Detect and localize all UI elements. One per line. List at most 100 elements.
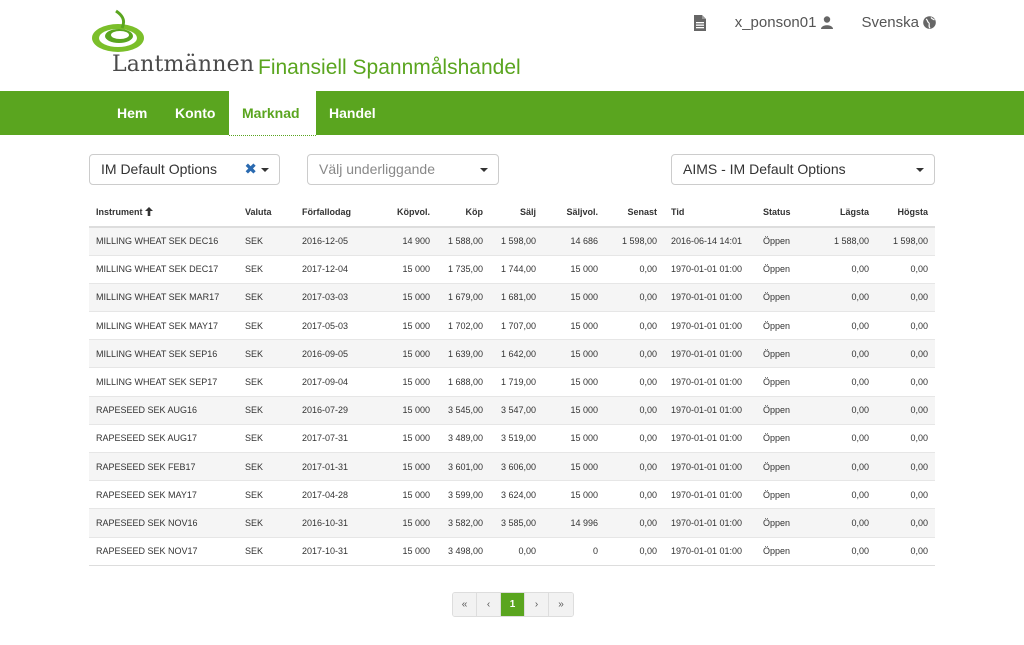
table-row[interactable]: MILLING WHEAT SEK SEP17 SEK 2017-09-04 15 0… [89,367,935,397]
cell-hogsta: 0,00 [876,508,935,538]
cell-kopvol: 15 000 [367,536,437,566]
cell-hogsta: 0,00 [876,423,935,453]
table-row[interactable]: RAPESEED SEK NOV16 SEK 2016-10-31 15 000 3 5… [89,508,935,538]
nav-handel[interactable]: Handel [316,91,389,135]
cell-status: Öppen [756,254,808,284]
cell-instrument: RAPESEED SEK NOV16 [89,508,238,538]
cell-kopvol: 15 000 [367,339,437,368]
cell-senast: 1 598,00 [605,226,664,256]
column-header-lagsta[interactable]: Lägsta [808,198,876,228]
cell-senast: 0,00 [605,254,664,284]
page-1-button[interactable]: 1 [501,593,525,616]
cell-status: Öppen [756,395,808,425]
last-page-button[interactable]: » [549,593,573,616]
cell-senast: 0,00 [605,339,664,368]
cell-instrument: RAPESEED SEK AUG17 [89,423,238,453]
cell-kopvol: 14 900 [367,226,437,256]
document-icon[interactable] [693,14,707,31]
table-row[interactable]: MILLING WHEAT SEK MAY17 SEK 2017-05-03 15 0… [89,311,935,340]
prev-page-button[interactable]: ‹ [477,593,501,616]
user-icon [821,16,834,29]
cell-status: Öppen [756,311,808,340]
cell-saljvol: 15 000 [543,395,605,425]
cell-instrument: RAPESEED SEK FEB17 [89,451,238,481]
cell-valuta: SEK [238,508,295,538]
nav-marknad[interactable]: Marknad [229,91,316,136]
clear-icon[interactable]: ✖ [244,155,257,184]
cell-instrument: RAPESEED SEK NOV17 [89,536,238,566]
column-header-status[interactable]: Status [756,198,808,228]
cell-instrument: MILLING WHEAT SEK DEC16 [89,226,238,256]
first-page-button[interactable]: « [453,593,477,616]
table-row[interactable]: RAPESEED SEK FEB17 SEK 2017-01-31 15 000 3 6… [89,451,935,481]
table-row[interactable]: RAPESEED SEK AUG16 SEK 2016-07-29 15 000 3 5… [89,395,935,425]
cell-saljvol: 14 686 [543,226,605,256]
next-page-button[interactable]: › [525,593,549,616]
cell-lagsta: 0,00 [808,451,876,481]
column-header-kopvol[interactable]: Köpvol. [367,198,437,228]
column-header-hogsta[interactable]: Högsta [876,198,935,228]
cell-saljvol: 15 000 [543,367,605,397]
cell-lagsta: 0,00 [808,480,876,509]
cell-status: Öppen [756,480,808,509]
column-header-salj[interactable]: Sälj [490,198,543,228]
table-row[interactable]: MILLING WHEAT SEK DEC16 SEK 2016-12-05 14 9… [89,226,935,256]
cell-forfallodag: 2017-12-04 [295,254,367,284]
cell-hogsta: 0,00 [876,395,935,425]
cell-salj: 1 642,00 [490,339,543,368]
cell-status: Öppen [756,282,808,312]
cell-forfallodag: 2016-10-31 [295,508,367,538]
column-header-tid[interactable]: Tid [664,198,756,228]
column-header-kop[interactable]: Köp [437,198,490,228]
column-header-forfallodag[interactable]: Förfallodag [295,198,367,228]
options-select-value: IM Default Options [101,161,217,177]
table-row[interactable]: MILLING WHEAT SEK SEP16 SEK 2016-09-05 15 0… [89,339,935,368]
market-table: Instrument Valuta Förfallodag Köpvol. Kö… [89,198,935,566]
table-row[interactable]: RAPESEED SEK NOV17 SEK 2017-10-31 15 000 3 4… [89,536,935,566]
cell-tid: 1970-01-01 01:00 [664,254,756,284]
chevron-down-icon [916,168,924,172]
table-row[interactable]: RAPESEED SEK AUG17 SEK 2017-07-31 15 000 3 4… [89,423,935,453]
cell-tid: 1970-01-01 01:00 [664,311,756,340]
cell-instrument: RAPESEED SEK MAY17 [89,480,238,509]
aims-select-value: AIMS - IM Default Options [683,161,846,177]
cell-salj: 3 547,00 [490,395,543,425]
cell-valuta: SEK [238,339,295,368]
column-header-valuta[interactable]: Valuta [238,198,295,228]
cell-kop: 3 599,00 [437,480,490,509]
table-row[interactable]: MILLING WHEAT SEK DEC17 SEK 2017-12-04 15 0… [89,254,935,284]
cell-lagsta: 1 588,00 [808,226,876,256]
cell-lagsta: 0,00 [808,311,876,340]
aims-select[interactable]: AIMS - IM Default Options [671,154,935,185]
cell-valuta: SEK [238,451,295,481]
cell-instrument: MILLING WHEAT SEK MAY17 [89,311,238,340]
table-row[interactable]: RAPESEED SEK MAY17 SEK 2017-04-28 15 000 3 5… [89,480,935,509]
nav-hem[interactable]: Hem [104,91,160,135]
column-header-saljvol[interactable]: Säljvol. [543,198,605,228]
cell-saljvol: 15 000 [543,339,605,368]
main-navbar: Hem Konto Marknad Handel [0,91,1024,136]
cell-kopvol: 15 000 [367,423,437,453]
cell-lagsta: 0,00 [808,395,876,425]
cell-instrument: MILLING WHEAT SEK DEC17 [89,254,238,284]
user-menu[interactable]: x_ponson01 [735,14,834,31]
cell-status: Öppen [756,536,808,566]
cell-lagsta: 0,00 [808,423,876,453]
cell-saljvol: 0 [543,536,605,566]
cell-kop: 1 679,00 [437,282,490,312]
cell-kopvol: 15 000 [367,480,437,509]
cell-status: Öppen [756,508,808,538]
sort-up-icon [145,207,154,216]
cell-hogsta: 0,00 [876,254,935,284]
table-row[interactable]: MILLING WHEAT SEK MAR17 SEK 2017-03-03 15 0… [89,282,935,312]
language-menu[interactable]: Svenska [861,14,936,31]
options-select[interactable]: IM Default Options ✖ [89,154,280,185]
column-header-senast[interactable]: Senast [605,198,664,228]
cell-lagsta: 0,00 [808,367,876,397]
nav-konto[interactable]: Konto [162,91,228,135]
cell-kop: 3 498,00 [437,536,490,566]
column-header-instrument[interactable]: Instrument [89,198,238,228]
underlying-select[interactable]: Välj underliggande [307,154,499,185]
table-header-row: Instrument Valuta Förfallodag Köpvol. Kö… [89,198,935,228]
cell-forfallodag: 2016-12-05 [295,226,367,256]
